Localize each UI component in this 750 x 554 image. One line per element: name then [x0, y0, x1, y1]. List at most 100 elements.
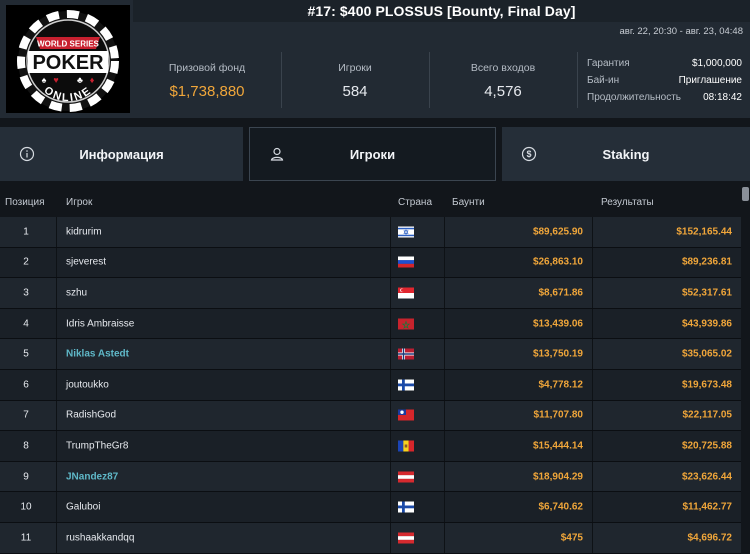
- norway-flag-icon: [398, 348, 414, 360]
- svg-text:♠: ♠: [42, 75, 47, 85]
- table-row[interactable]: 3 szhu $8,671.86 $52,317.61: [0, 278, 741, 309]
- tab-label: Информация: [79, 146, 164, 162]
- detail-duration: Продолжительность 08:18:42: [587, 92, 742, 103]
- tab-players[interactable]: Игроки: [249, 127, 496, 181]
- row-player-name[interactable]: rushaakkandqq: [66, 532, 134, 543]
- table-row[interactable]: 7 RadishGod $11,707.80 $22,117.05: [0, 400, 741, 432]
- row-position: 5: [23, 348, 29, 360]
- row-player-name[interactable]: kidrurim: [66, 226, 102, 237]
- stat-players: Игроки 584: [281, 40, 429, 118]
- table-header: Позиция Игрок Страна Баунти Результаты: [0, 187, 741, 217]
- table-row[interactable]: 8 TrumpTheGr8 $15,444.14 $20,725.88: [0, 431, 741, 462]
- israel-flag-icon: [398, 226, 414, 238]
- table-scrollbar[interactable]: [741, 187, 750, 554]
- detail-value: 08:18:42: [703, 92, 742, 103]
- row-position: 4: [23, 318, 29, 330]
- row-player-name[interactable]: Idris Ambraisse: [66, 318, 134, 329]
- info-icon: [19, 146, 35, 162]
- table-row[interactable]: 5 Niklas Astedt $13,750.19 $35,065.02: [0, 339, 741, 370]
- row-position: 9: [23, 471, 29, 483]
- title-bar: #17: $400 PLOSSUS [Bounty, Final Day]: [133, 0, 750, 22]
- scrollbar-thumb[interactable]: [742, 187, 749, 201]
- row-bounty: $13,750.19: [532, 348, 583, 360]
- row-result: $11,462.77: [682, 501, 733, 513]
- stat-label: Всего входов: [470, 62, 536, 74]
- logo-top-text: WORLD SERIES: [37, 40, 99, 49]
- row-result: $89,236.81: [681, 256, 732, 268]
- row-position: 11: [20, 532, 32, 544]
- row-result: $22,117.05: [682, 409, 733, 421]
- dollar-icon: $: [521, 146, 537, 162]
- tournament-header: WORLD SERIES POKER ♠ ♥ ♣ ♦ ONLINE #17: $…: [0, 0, 750, 118]
- table-row[interactable]: 11 rushaakkandqq $475 $4,696.72: [0, 522, 741, 554]
- detail-label: Бай-ин: [587, 75, 620, 86]
- row-bounty: $13,439.06: [532, 318, 583, 330]
- row-player-name[interactable]: joutoukko: [66, 379, 109, 390]
- row-player-name[interactable]: Galuboi: [66, 502, 100, 513]
- players-table: Позиция Игрок Страна Баунти Результаты 1…: [0, 187, 741, 554]
- row-position: 6: [23, 379, 29, 391]
- austria-flag-icon: [398, 471, 414, 483]
- header-player[interactable]: Игрок: [66, 197, 92, 208]
- stat-prize-pool: Призовой фонд $1,738,880: [133, 40, 281, 118]
- row-player-name[interactable]: TrumpTheGr8: [66, 440, 128, 451]
- tab-label: Игроки: [349, 146, 396, 162]
- table-row[interactable]: 1 kidrurim $89,625.90 $152,165.44: [0, 217, 741, 248]
- table-row[interactable]: 6 joutoukko $4,778.12 $19,673.48: [0, 369, 741, 401]
- row-player-name[interactable]: szhu: [66, 287, 87, 298]
- russia-flag-icon: [398, 256, 414, 268]
- tab-label: Staking: [602, 146, 650, 162]
- row-bounty: $26,863.10: [532, 256, 583, 268]
- svg-text:♣: ♣: [77, 75, 83, 85]
- detail-value: $1,000,000: [691, 58, 742, 69]
- tab-staking[interactable]: $ Staking: [502, 127, 750, 181]
- table-body: 1 kidrurim $89,625.90 $152,165.44 2 sjev…: [0, 217, 741, 554]
- header-bounty[interactable]: Баунти: [452, 197, 485, 208]
- tab-bar: Информация Игроки $ Staking: [0, 127, 750, 181]
- detail-buyin: Бай-ин Приглашение: [587, 75, 742, 86]
- row-bounty: $89,625.90: [532, 226, 583, 238]
- header-position[interactable]: Позиция: [5, 197, 45, 208]
- row-result: $23,626.44: [681, 471, 732, 483]
- row-player-name[interactable]: RadishGod: [66, 410, 116, 421]
- row-position: 2: [23, 256, 29, 268]
- row-position: 8: [23, 440, 29, 452]
- table-row[interactable]: 2 sjeverest $26,863.10 $89,236.81: [0, 247, 741, 279]
- row-bounty: $15,444.14: [532, 440, 583, 452]
- row-result: $19,673.48: [681, 379, 732, 391]
- row-result: $35,065.02: [681, 348, 732, 360]
- svg-text:♥: ♥: [53, 75, 58, 85]
- stat-entries: Всего входов 4,576: [429, 40, 577, 118]
- row-bounty: $4,778.12: [538, 379, 584, 391]
- tournament-dates: авг. 22, 20:30 - авг. 23, 04:48: [619, 26, 743, 37]
- tournament-title: #17: $400 PLOSSUS [Bounty, Final Day]: [307, 3, 576, 19]
- finland-flag-icon: [398, 501, 414, 513]
- row-bounty: $475: [560, 532, 583, 544]
- header-country[interactable]: Страна: [398, 197, 432, 208]
- row-result: $4,696.72: [687, 532, 733, 544]
- row-bounty: $8,671.86: [538, 287, 584, 299]
- detail-label: Продолжительность: [587, 92, 681, 103]
- table-row[interactable]: 4 Idris Ambraisse $13,439.06 $43,939.86: [0, 308, 741, 340]
- stat-value: 584: [342, 83, 368, 100]
- table-row[interactable]: 10 Galuboi $6,740.62 $11,462.77: [0, 492, 741, 523]
- detail-value: Приглашение: [678, 75, 742, 86]
- row-player-name[interactable]: Niklas Astedt: [66, 349, 129, 360]
- row-bounty: $6,740.62: [538, 501, 584, 513]
- row-player-name[interactable]: JNandez87: [66, 471, 118, 482]
- header-results[interactable]: Результаты: [601, 197, 654, 208]
- row-position: 10: [20, 501, 32, 513]
- singapore-flag-icon: [398, 287, 414, 299]
- row-result: $43,939.86: [681, 318, 732, 330]
- row-position: 7: [23, 409, 29, 421]
- row-result: $52,317.61: [681, 287, 732, 299]
- row-player-name[interactable]: sjeverest: [66, 257, 106, 268]
- tab-info[interactable]: Информация: [0, 127, 243, 181]
- table-row[interactable]: 9 JNandez87 $18,904.29 $23,626.44: [0, 461, 741, 493]
- stat-label: Игроки: [338, 62, 372, 74]
- row-position: 3: [23, 287, 29, 299]
- row-bounty: $11,707.80: [533, 409, 584, 421]
- wsop-logo: WORLD SERIES POKER ♠ ♥ ♣ ♦ ONLINE: [6, 5, 130, 113]
- logo-main-text: POKER: [32, 52, 104, 74]
- svg-text:♦: ♦: [90, 75, 95, 85]
